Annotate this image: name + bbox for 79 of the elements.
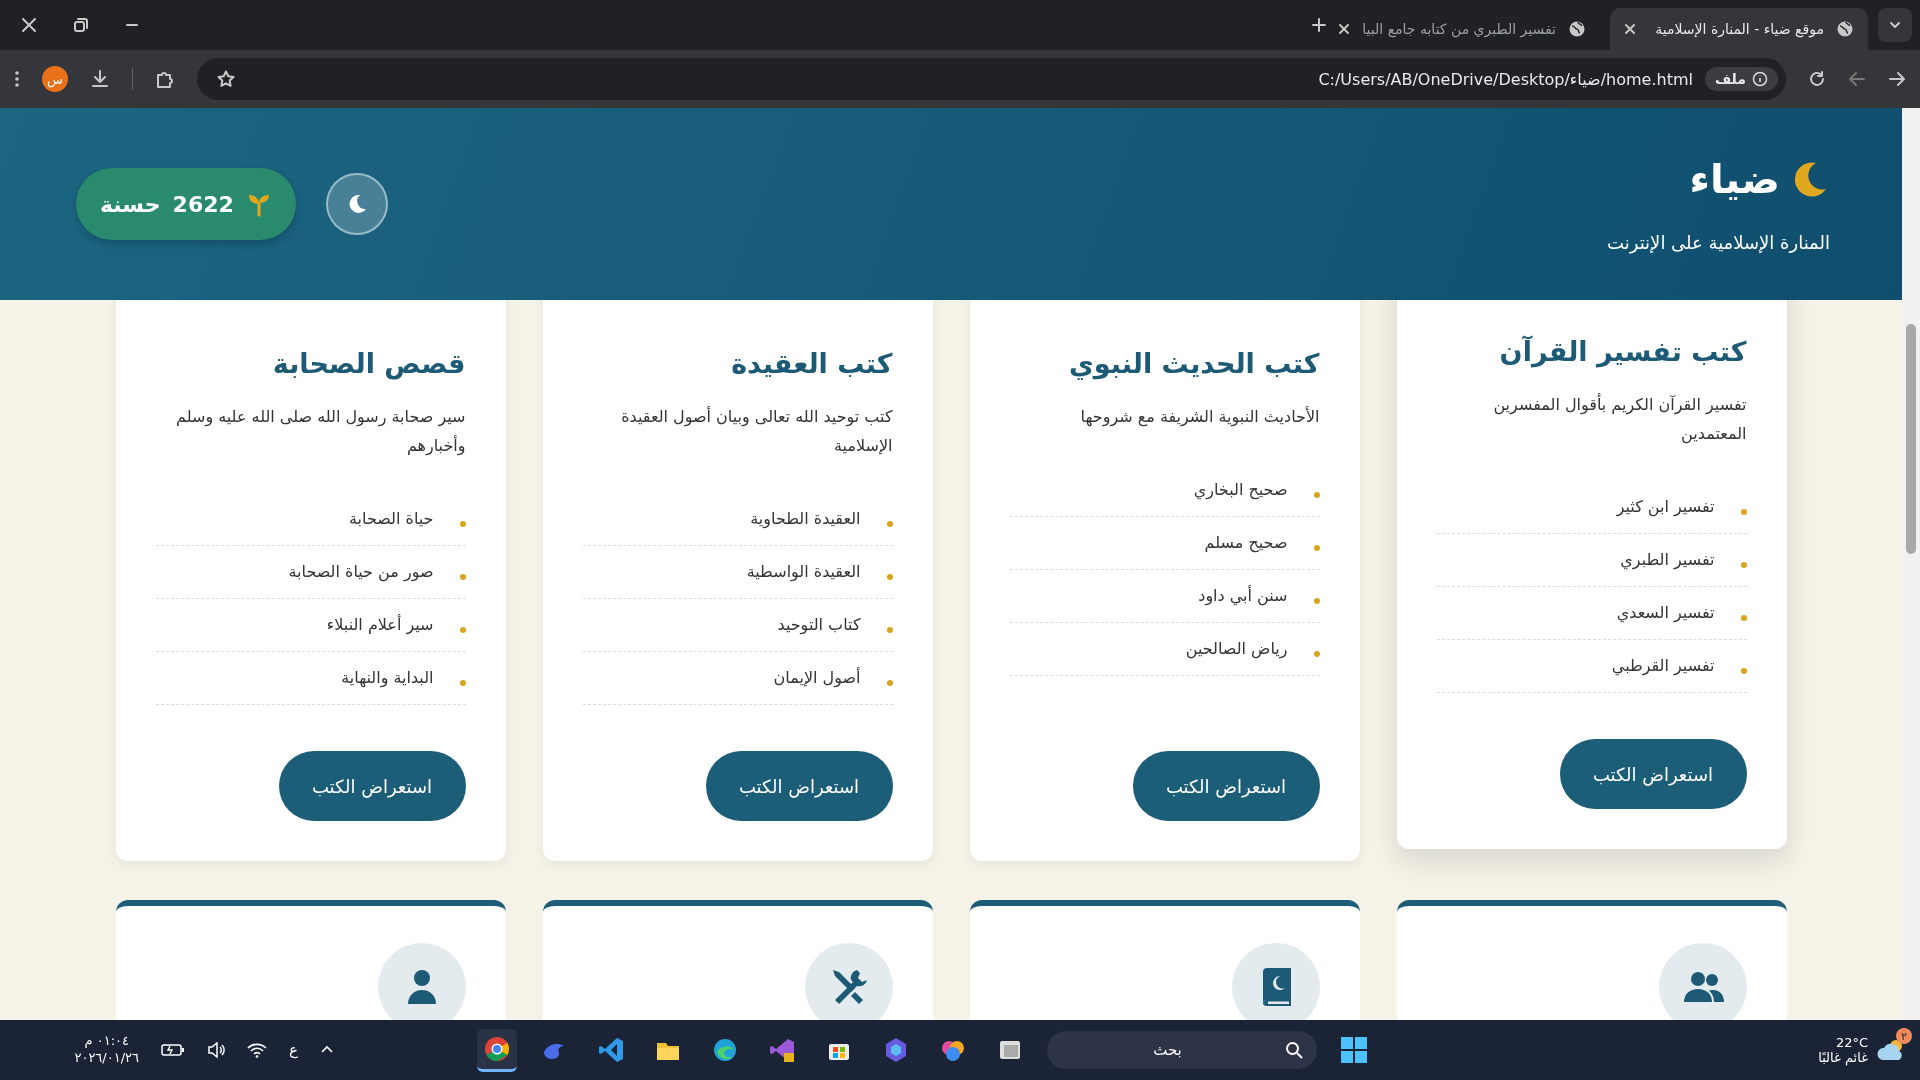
close-icon[interactable]: [1624, 23, 1636, 35]
close-icon[interactable]: [22, 18, 36, 32]
bullet-icon: [886, 626, 893, 633]
site-logo[interactable]: ضياء: [1689, 155, 1780, 202]
search-icon: [1284, 1041, 1303, 1059]
book-link[interactable]: صحيح مسلم: [1204, 533, 1288, 553]
browse-books-button[interactable]: استعراض الكتب: [705, 751, 893, 821]
book-link[interactable]: العقيدة الواسطية: [746, 562, 861, 582]
bullet-icon: [459, 573, 466, 580]
book-link[interactable]: تفسير القرطبي: [1611, 656, 1715, 676]
bullet-icon: [459, 520, 466, 527]
restore-icon[interactable]: [74, 18, 88, 32]
browse-books-button[interactable]: استعراض الكتب: [1559, 739, 1747, 809]
address-bar[interactable]: ملف C:/Users/AB/OneDrive/Desktop/ضياء/home.html: [197, 58, 1786, 100]
site-info-chip[interactable]: ملف: [1704, 67, 1778, 91]
book-link[interactable]: صور من حياة الصحابة: [288, 562, 434, 582]
book-link[interactable]: تفسير السعدي: [1616, 603, 1715, 623]
close-icon[interactable]: [1338, 23, 1351, 35]
bullet-icon: [1740, 561, 1747, 568]
book-link[interactable]: صحيح البخاري: [1193, 480, 1288, 500]
bullet-icon: [1313, 650, 1320, 657]
card-title: كتب العقيدة: [730, 348, 893, 379]
bullet-icon: [886, 573, 893, 580]
scrollbar[interactable]: [1902, 108, 1920, 1020]
bullet-icon: [1313, 544, 1320, 551]
browser-tab[interactable]: موقع ضياء - المنارة الإسلامية: [1610, 8, 1868, 50]
book-link[interactable]: العقيدة الطحاوية: [750, 509, 861, 529]
more-menu-icon[interactable]: [14, 70, 20, 88]
browser-tab[interactable]: تفسير الطبري من كتابه جامع البيا: [1342, 8, 1600, 50]
language-indicator[interactable]: ع: [289, 1041, 298, 1059]
card-title: كتب تفسير القرآن: [1498, 336, 1747, 367]
temperature-text: 22°C: [1835, 1035, 1868, 1050]
card-title: كتب الحديث النبوي: [1068, 348, 1320, 379]
bullet-icon: [886, 679, 893, 686]
puzzle-icon[interactable]: [155, 69, 175, 89]
card-description: كتب توحيد الله تعالى وبيان أصول العقيدة الإسلامية: [620, 405, 893, 457]
browse-books-button[interactable]: استعراض الكتب: [1132, 751, 1320, 821]
bullet-icon: [459, 679, 466, 686]
download-icon[interactable]: [90, 69, 110, 89]
bullet-icon: [1313, 491, 1320, 498]
battery-icon[interactable]: [161, 1042, 186, 1058]
book-link[interactable]: سنن أبي داود: [1198, 586, 1288, 606]
globe-icon: [1568, 20, 1586, 38]
chrome-icon[interactable]: [476, 1028, 517, 1072]
back-arrow-icon[interactable]: [1848, 70, 1866, 88]
wifi-icon[interactable]: [247, 1042, 268, 1058]
book-link[interactable]: حياة الصحابة: [349, 509, 434, 529]
bullet-icon: [1740, 667, 1747, 674]
book-link[interactable]: رياض الصالحين: [1185, 639, 1288, 659]
bullet-icon: [1740, 614, 1747, 621]
bullet-icon: [1740, 508, 1747, 515]
search-field[interactable]: بحث: [1046, 1031, 1317, 1069]
bullet-icon: [459, 626, 466, 633]
card-description: سير صحابة رسول الله صلى الله عليه وسلم وأخبارهم: [175, 406, 466, 458]
book-link[interactable]: تفسير الطبري: [1620, 550, 1715, 570]
bullet-icon: [886, 520, 893, 527]
book-link[interactable]: سير أعلام النبلاء: [326, 615, 434, 635]
notification-badge: ٢: [1896, 1028, 1912, 1044]
tab-list-button[interactable]: [1878, 8, 1912, 42]
info-icon: [1752, 71, 1768, 87]
site-tagline: المنارة الإسلامية على الإنترنت: [1607, 231, 1830, 253]
book-link[interactable]: تفسير ابن كثير: [1616, 497, 1715, 517]
clock[interactable]: ٠١:٠٤ م ٢٠٢٦/٠١/٢٦: [74, 1033, 140, 1067]
star-icon[interactable]: [217, 70, 235, 88]
book-link[interactable]: كتاب التوحيد: [777, 615, 861, 635]
browse-books-button[interactable]: استعراض الكتب: [278, 751, 466, 821]
card-title: قصص الصحابة: [271, 348, 466, 379]
card-description: الأحاديث النبوية الشريفة مع شروحها: [1079, 405, 1320, 429]
reload-icon[interactable]: [1808, 70, 1826, 88]
book-link[interactable]: البداية والنهاية: [341, 668, 434, 688]
new-tab-icon[interactable]: [1312, 18, 1326, 32]
weather-text: غائم غالبًا: [1818, 1050, 1868, 1065]
bullet-icon: [1313, 597, 1320, 604]
forward-arrow-icon[interactable]: [1888, 70, 1906, 88]
book-link[interactable]: أصول الإيمان: [773, 668, 861, 688]
globe-icon: [1836, 20, 1854, 38]
card-description: تفسير القرآن الكريم بأقوال المفسرين المعتمدين: [1492, 392, 1747, 446]
speaker-icon[interactable]: [207, 1042, 226, 1058]
url-text: C:/Users/AB/OneDrive/Desktop/ضياء/home.html: [1318, 69, 1693, 89]
